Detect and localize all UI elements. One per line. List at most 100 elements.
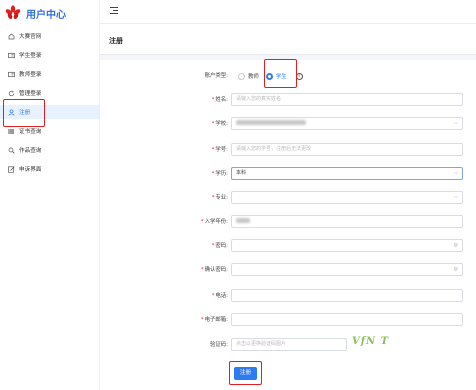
- radio-teacher[interactable]: 教师: [238, 72, 259, 80]
- required-mark: *: [211, 97, 215, 103]
- account-type-row: 账户类型: 教师 学生 i: [100, 69, 476, 83]
- sidebar-item-register[interactable]: 注册: [0, 105, 100, 119]
- sidebar-item-work-query[interactable]: 作品查询: [0, 143, 100, 157]
- eye-icon[interactable]: ◎: [454, 240, 458, 251]
- password-input[interactable]: ◎: [231, 239, 463, 252]
- confirm-password-input[interactable]: ◎: [231, 263, 463, 276]
- info-icon[interactable]: i: [295, 72, 303, 80]
- sidebar: 用户中心 大赛官网 学生登录 教师登录 管理登录 注册 证书查询 作品查询 申诉…: [0, 0, 100, 390]
- student-no-label: 学号:: [215, 147, 228, 153]
- account-type-label: 账户类型:: [204, 73, 228, 79]
- required-mark: *: [211, 147, 215, 153]
- major-select[interactable]: ⌵: [231, 191, 463, 204]
- refresh-icon: [7, 89, 15, 97]
- phone-row: *电话:: [100, 289, 476, 303]
- password-row: *密码: ◎: [100, 239, 476, 253]
- school-label: 学校:: [215, 121, 228, 127]
- sidebar-item-official-site[interactable]: 大赛官网: [0, 29, 100, 43]
- phone-input[interactable]: [231, 289, 463, 302]
- password-label-wrap: *密码:: [212, 239, 228, 253]
- email-label: 电子邮箱:: [204, 317, 228, 323]
- required-mark: *: [200, 267, 204, 273]
- id-card-icon: [7, 51, 15, 59]
- captcha-text: VfN T: [352, 336, 390, 347]
- school-select[interactable]: ⌵: [231, 117, 463, 130]
- sidebar-item-label: 申诉界面: [19, 167, 42, 173]
- name-label-wrap: *姓名:: [212, 93, 228, 107]
- radio-student-circle[interactable]: [265, 72, 273, 80]
- captcha-label: 验证码:: [210, 342, 228, 348]
- sidebar-item-label: 管理登录: [19, 91, 42, 97]
- captcha-image[interactable]: VfN T: [352, 336, 402, 352]
- student-no-input[interactable]: 请输入您的学号，注册后无法更改: [231, 143, 463, 156]
- sidebar-item-certificate-query[interactable]: 证书查询: [0, 124, 100, 138]
- edit-icon: [7, 165, 15, 173]
- required-mark: *: [200, 317, 204, 323]
- enroll-year-label: 入学年份:: [204, 219, 228, 225]
- enroll-year-row: *入学年份:: [100, 215, 476, 229]
- major-row: *专业: ⌵: [100, 191, 476, 205]
- phone-label: 电话:: [215, 293, 228, 299]
- app-title: 用户中心: [26, 9, 66, 21]
- student-no-row: *学号: 请输入您的学号，注册后无法更改: [100, 143, 476, 157]
- education-row: *学历: 本科 ⌵: [100, 167, 476, 181]
- sidebar-item-appeal[interactable]: 申诉界面: [0, 162, 100, 176]
- email-input[interactable]: [231, 313, 463, 326]
- account-type-radio-group: 教师 学生 i: [238, 69, 303, 83]
- sidebar-item-label: 大赛官网: [19, 34, 42, 40]
- sidebar-item-label: 学生登录: [19, 53, 42, 59]
- major-label-wrap: *专业:: [212, 191, 228, 205]
- menu-toggle-icon[interactable]: [110, 7, 118, 15]
- radio-teacher-label: 教师: [248, 74, 259, 80]
- required-mark: *: [211, 121, 215, 127]
- search-icon: [7, 146, 15, 154]
- id-card-icon: [7, 70, 15, 78]
- required-mark: *: [211, 171, 215, 177]
- school-row: *学校: ⌵: [100, 117, 476, 131]
- required-mark: *: [200, 219, 204, 225]
- enroll-year-value-redacted: [236, 218, 250, 223]
- name-label: 姓名:: [215, 97, 228, 103]
- required-mark: *: [211, 293, 215, 299]
- email-label-wrap: *电子邮箱:: [201, 313, 228, 327]
- password-label: 密码:: [215, 243, 228, 249]
- student-no-label-wrap: *学号:: [212, 143, 228, 157]
- email-row: *电子邮箱:: [100, 313, 476, 327]
- sidebar-item-admin-login[interactable]: 管理登录: [0, 86, 100, 100]
- enroll-year-label-wrap: *入学年份:: [201, 215, 228, 229]
- eye-icon[interactable]: ◎: [454, 264, 458, 275]
- sidebar-item-label: 证书查询: [19, 129, 42, 135]
- education-label: 学历:: [215, 171, 228, 177]
- page-header: 注册: [100, 24, 476, 55]
- sidebar-item-label: 教师登录: [19, 72, 42, 78]
- page-title: 注册: [109, 37, 123, 45]
- sidebar-item-label: 注册: [19, 110, 31, 116]
- school-value-redacted: [236, 120, 306, 125]
- barcode-icon: [7, 127, 15, 135]
- logo-flower-icon: [5, 5, 21, 20]
- radio-student-label: 学生: [275, 74, 287, 80]
- home-icon: [7, 32, 15, 40]
- name-row: *姓名: 请输入您的真实姓名: [100, 93, 476, 107]
- top-bar: [100, 0, 476, 24]
- radio-teacher-circle[interactable]: [238, 72, 245, 80]
- education-select[interactable]: 本科 ⌵: [231, 167, 463, 180]
- sidebar-item-teacher-login[interactable]: 教师登录: [0, 67, 100, 81]
- required-mark: *: [211, 243, 215, 249]
- school-label-wrap: *学校:: [212, 117, 228, 131]
- captcha-input[interactable]: 点击以更换验证码图片: [231, 338, 347, 351]
- required-mark: *: [211, 195, 215, 201]
- sidebar-item-label: 作品查询: [19, 148, 42, 154]
- radio-student[interactable]: 学生: [265, 72, 287, 80]
- register-submit-button[interactable]: 注册: [234, 367, 257, 380]
- chevron-down-icon: ⌵: [454, 194, 458, 200]
- sidebar-item-student-login[interactable]: 学生登录: [0, 48, 100, 62]
- chevron-down-icon: ⌵: [454, 170, 458, 176]
- confirm-password-label-wrap: *确认密码:: [201, 263, 228, 277]
- enroll-year-input[interactable]: [231, 215, 463, 228]
- confirm-password-label: 确认密码:: [204, 267, 228, 273]
- major-label: 专业:: [215, 195, 228, 201]
- education-label-wrap: *学历:: [212, 167, 228, 181]
- name-input[interactable]: 请输入您的真实姓名: [231, 93, 463, 106]
- chevron-down-icon: ⌵: [454, 120, 458, 126]
